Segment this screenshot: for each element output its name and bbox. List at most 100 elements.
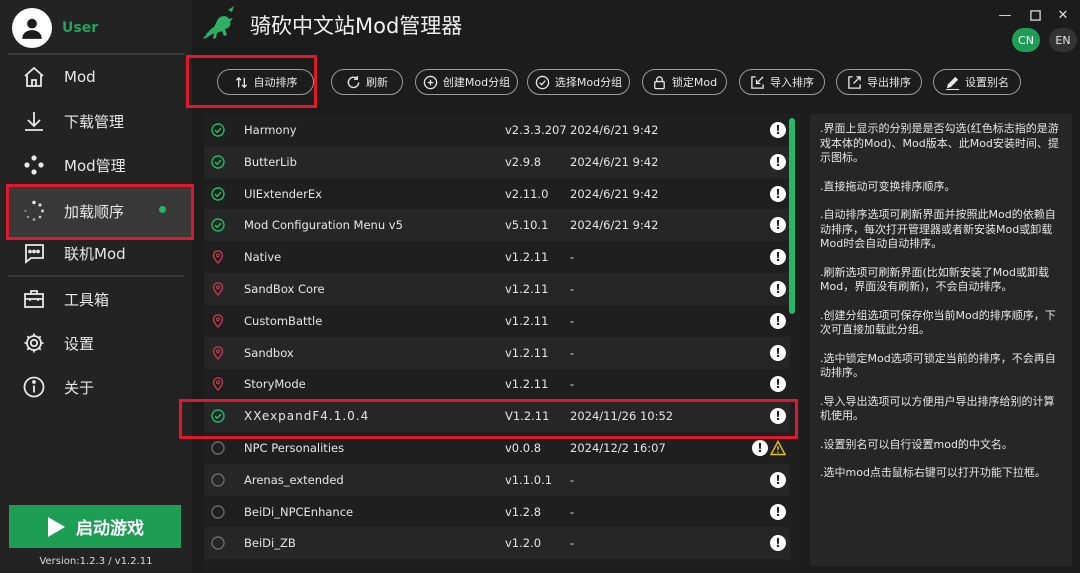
- sidebar-item-multiplayer[interactable]: 联机Mod: [20, 235, 180, 271]
- table-row[interactable]: SandBox Core v1.2.11 -!: [204, 273, 790, 305]
- table-row[interactable]: Harmony v2.3.3.207 2024/6/21 9:42!: [204, 114, 790, 146]
- start-game-button[interactable]: 启动游戏: [9, 505, 181, 548]
- mod-date: -: [570, 345, 575, 360]
- sidebar-item-label: 关于: [64, 378, 95, 397]
- pencil-icon: [945, 76, 960, 90]
- mod-version: v2.3.3.207: [505, 123, 567, 137]
- checked-icon[interactable]: [211, 186, 225, 201]
- refresh-label: 刷新: [366, 76, 388, 89]
- checked-icon[interactable]: [211, 218, 225, 233]
- sidebar-item-downloads[interactable]: 下载管理: [20, 103, 180, 139]
- mod-name: UIExtenderEx: [244, 186, 322, 201]
- info-icon[interactable]: !: [770, 185, 786, 202]
- info-icon[interactable]: !: [770, 312, 786, 329]
- sidebar: User Mod 下载管理 Mod管理 加载顺序 联机Mod 工具箱 设置 关于…: [0, 0, 194, 573]
- checked-icon[interactable]: [211, 123, 225, 137]
- info-icon[interactable]: !: [770, 503, 786, 520]
- table-row[interactable]: XXexpandF4.1.0.4 V1.2.11 2024/11/26 10:52!: [204, 400, 790, 433]
- close-icon[interactable]: ✕: [1056, 8, 1070, 23]
- sidebar-item-label: 工具箱: [64, 290, 110, 309]
- set-alias-label: 设置别名: [965, 76, 1009, 89]
- mod-version: v2.11.0: [505, 186, 549, 201]
- refresh-icon: [347, 75, 360, 88]
- mod-version: v2.9.8: [505, 154, 542, 169]
- unchecked-circle-icon[interactable]: [211, 536, 225, 551]
- table-row[interactable]: Arenas_extended v1.1.0.1 -!: [204, 463, 790, 496]
- mod-version: v1.1.0.1: [505, 472, 553, 487]
- lang-cn-button[interactable]: CN: [1012, 28, 1040, 52]
- map-pin-icon: [212, 313, 224, 328]
- help-paragraph: .导入导出选项可以方便用户导出排序给别的计算机使用。: [820, 394, 1055, 423]
- info-icon[interactable]: !: [770, 408, 786, 425]
- minimize-icon[interactable]: —: [998, 8, 1012, 23]
- mod-manage-icon: [20, 151, 48, 179]
- mod-date: 2024/11/26 10:52: [570, 409, 674, 424]
- unchecked-circle-icon[interactable]: [211, 473, 225, 487]
- mod-version: v1.2.11: [505, 250, 549, 265]
- mod-version: v5.10.1: [505, 218, 549, 233]
- table-row[interactable]: StoryMode v1.2.11 -!: [204, 368, 790, 400]
- export-order-button[interactable]: 导出排序: [836, 69, 922, 95]
- table-row[interactable]: Native v1.2.11 -!: [204, 241, 790, 273]
- import-order-button[interactable]: 导入排序: [739, 69, 825, 95]
- table-row[interactable]: BeiDi_ZB v1.2.0 -!: [204, 527, 790, 560]
- table-row[interactable]: Mod Configuration Menu v5 v5.10.1 2024/6/2…: [204, 209, 790, 242]
- info-icon[interactable]: !: [752, 440, 768, 456]
- info-icon[interactable]: !: [770, 471, 786, 488]
- active-indicator-dot: [159, 206, 166, 213]
- auto-sort-button[interactable]: 自动排序: [217, 69, 314, 95]
- checked-icon[interactable]: [211, 409, 225, 423]
- info-icon[interactable]: !: [770, 281, 786, 297]
- mod-date: -: [570, 536, 575, 551]
- mod-date: -: [570, 472, 575, 487]
- warning-icon[interactable]: [770, 440, 786, 456]
- create-group-button[interactable]: 创建Mod分组: [415, 69, 518, 95]
- table-row[interactable]: NPC Personalities v0.0.8 2024/12/2 16:07!: [204, 432, 790, 464]
- checked-icon[interactable]: [211, 155, 225, 169]
- mod-name: SandBox Core: [244, 282, 325, 296]
- unchecked-circle-icon[interactable]: [211, 441, 225, 455]
- info-icon[interactable]: !: [770, 122, 786, 138]
- lang-en-button[interactable]: EN: [1049, 28, 1077, 52]
- info-icon[interactable]: !: [770, 376, 786, 393]
- mod-version: v1.2.11: [505, 313, 549, 328]
- set-alias-button[interactable]: 设置别名: [933, 69, 1021, 95]
- table-row[interactable]: Sandbox v1.2.11 -!: [204, 336, 790, 369]
- app-title: 骑砍中文站Mod管理器: [250, 14, 463, 38]
- mod-version: v1.2.8: [505, 504, 542, 519]
- help-panel: .界面上显示的分别是是否勾选(红色标志指的是游戏本体的Mod)、Mod版本、此M…: [810, 114, 1072, 566]
- info-icon[interactable]: !: [770, 217, 786, 234]
- sidebar-item-mod[interactable]: Mod: [20, 59, 180, 95]
- refresh-button[interactable]: 刷新: [331, 69, 403, 95]
- mod-name: ButterLib: [244, 154, 297, 169]
- info-icon[interactable]: !: [770, 344, 786, 361]
- map-pin-icon: [212, 345, 224, 360]
- table-row[interactable]: ButterLib v2.9.8 2024/6/21 9:42!: [204, 145, 790, 178]
- sidebar-item-about[interactable]: 关于: [20, 369, 180, 405]
- info-icon[interactable]: !: [770, 153, 786, 170]
- table-row[interactable]: UIExtenderEx v2.11.0 2024/6/21 9:42!: [204, 178, 790, 210]
- sidebar-item-settings[interactable]: 设置: [20, 325, 180, 361]
- unchecked-circle-icon[interactable]: [211, 504, 225, 519]
- sidebar-item-label: 下载管理: [64, 112, 125, 131]
- select-group-button[interactable]: 选择Mod分组: [527, 69, 630, 95]
- maximize-icon[interactable]: [1028, 8, 1042, 22]
- sidebar-item-mod-manage[interactable]: Mod管理: [20, 147, 180, 183]
- table-row[interactable]: CustomBattle v1.2.11 -!: [204, 305, 790, 337]
- table-row[interactable]: BeiDi_NPCEnhance v1.2.8 -!: [204, 496, 790, 528]
- mod-date: 2024/6/21 9:42: [570, 123, 659, 137]
- lock-mod-button[interactable]: 锁定Mod: [642, 69, 727, 95]
- header: 骑砍中文站Mod管理器 — ✕ CN EN: [192, 0, 1080, 52]
- sidebar-item-toolbox[interactable]: 工具箱: [20, 281, 180, 317]
- user-profile[interactable]: User: [12, 8, 98, 48]
- info-icon[interactable]: !: [770, 249, 786, 266]
- sidebar-item-label: Mod: [64, 68, 96, 86]
- sidebar-item-load-order[interactable]: 加载顺序: [20, 193, 180, 229]
- help-paragraph: .选中mod点击鼠标右键可以打开功能下拉框。: [820, 466, 1046, 479]
- mod-name: BeiDi_ZB: [244, 536, 296, 551]
- info-icon[interactable]: !: [770, 535, 786, 552]
- mod-name: Mod Configuration Menu v5: [244, 218, 403, 233]
- list-scrollbar[interactable]: [789, 118, 795, 314]
- avatar[interactable]: [12, 8, 52, 48]
- mod-version: v1.2.0: [505, 536, 542, 551]
